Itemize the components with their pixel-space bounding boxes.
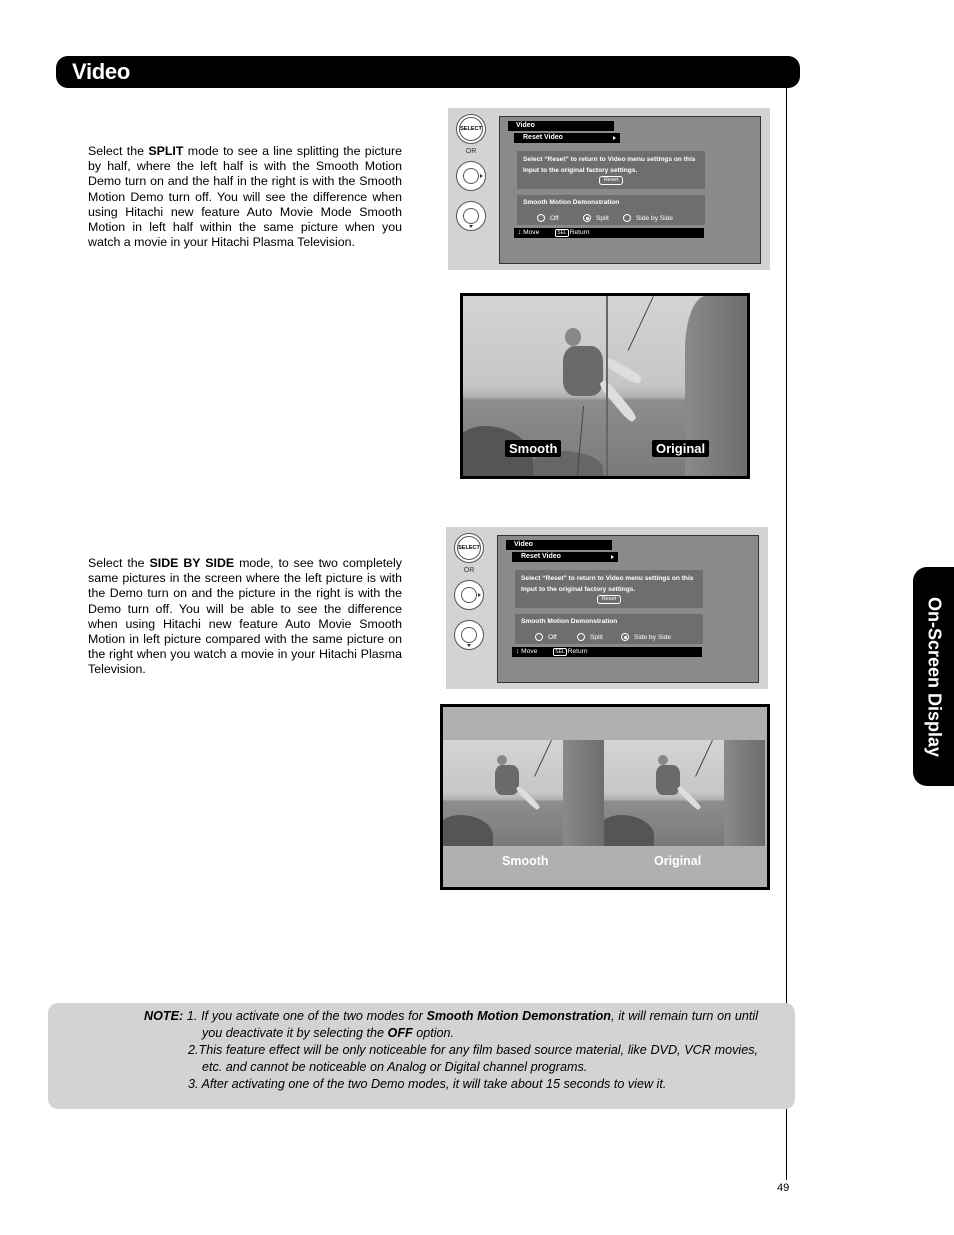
split-description: Select the SPLIT mode to see a line spli… [88, 144, 402, 250]
smooth-motion-panel: Smooth Motion Demonstration Off Split Si… [517, 195, 705, 225]
cursor-down-button [456, 201, 486, 231]
original-picture [604, 740, 765, 846]
cursor-right-button [456, 161, 486, 191]
split-divider-line [606, 296, 608, 476]
page-title: Video [72, 59, 131, 84]
smooth-label: Smooth [502, 854, 549, 868]
menu-item-reset-video: Reset Video [512, 552, 618, 562]
side-tab: On-Screen Display [913, 567, 954, 786]
reset-description: Select “Reset” to return to Video menu s… [521, 575, 694, 593]
smooth-label: Smooth [505, 440, 562, 457]
up-down-icon: ↕ [518, 229, 522, 236]
osd-screen: Video Reset Video Select “Reset” to retu… [499, 116, 761, 264]
sbs-mode-name: SIDE BY SIDE [149, 556, 235, 570]
option-side-by-side: Side by Side [623, 214, 673, 222]
note-item-2: 2.This feature effect will be only notic… [188, 1043, 758, 1074]
arrow-right-icon [480, 174, 483, 178]
submenu-arrow-icon [613, 136, 616, 140]
menu-item-label: Reset Video [521, 553, 561, 560]
split-demo-image: Smooth Original [460, 293, 750, 479]
reset-panel: Select “Reset” to return to Video menu s… [515, 570, 703, 608]
note-text: 1. If you activate one of the two modes … [186, 1009, 427, 1023]
cursor-down-button [454, 620, 484, 650]
note-label: NOTE: [144, 1009, 184, 1023]
osd-screen: Video Reset Video Select “Reset” to retu… [497, 535, 759, 683]
cursor-right-button [454, 580, 484, 610]
note-emphasis: OFF [387, 1026, 413, 1040]
sbs-text-suffix: mode, to see two completely same picture… [88, 556, 403, 677]
sel-icon: SEL [553, 648, 567, 656]
or-label: OR [463, 567, 475, 574]
smooth-motion-panel: Smooth Motion Demonstration Off Split Si… [515, 614, 703, 644]
sel-icon: SEL [555, 229, 569, 237]
radio-icon [577, 633, 585, 641]
option-label: Off [550, 214, 559, 222]
nav-hint-bar: ↕ Move SEL Return [514, 228, 704, 238]
menu-item-reset-video: Reset Video [514, 133, 620, 143]
note-box: NOTE: 1. If you activate one of the two … [48, 1003, 795, 1109]
option-side-by-side: Side by Side [621, 633, 671, 641]
select-button: SELECT [456, 114, 486, 144]
smooth-picture [443, 740, 604, 846]
select-button-label: SELECT [460, 126, 482, 132]
menu-title: Video [508, 121, 614, 131]
reset-panel: Select “Reset” to return to Video menu s… [517, 151, 705, 189]
sbs-text-prefix: Select the [88, 556, 150, 570]
section-title-bar: Video [56, 56, 800, 88]
split-mode-name: SPLIT [148, 144, 184, 158]
menu-title: Video [506, 540, 612, 550]
option-label: Side by Side [636, 214, 674, 222]
reset-description: Select “Reset” to return to Video menu s… [523, 156, 696, 174]
option-off: Off [535, 633, 577, 641]
reset-button: Reset [599, 176, 623, 185]
note-text: option. [412, 1026, 455, 1040]
radio-icon [537, 214, 545, 222]
option-label: Split [590, 633, 603, 641]
side-tab-label: On-Screen Display [924, 596, 944, 757]
up-down-icon: ↕ [516, 648, 520, 655]
note-item-1: NOTE: 1. If you activate one of the two … [94, 1008, 758, 1042]
original-label: Original [654, 854, 702, 868]
select-button-label: SELECT [458, 545, 480, 551]
option-label: Split [596, 214, 609, 222]
osd-illustration-split: SELECT OR Video Reset Video Select “Rese… [448, 108, 770, 270]
arrow-down-icon [469, 225, 473, 228]
radio-selected-icon [583, 214, 591, 222]
submenu-arrow-icon [611, 555, 614, 559]
option-label: Off [548, 633, 557, 641]
reset-button: Reset [597, 595, 621, 604]
smooth-motion-title: Smooth Motion Demonstration [523, 199, 620, 206]
note-emphasis: Smooth Motion Demonstration [426, 1009, 612, 1023]
smooth-motion-title: Smooth Motion Demonstration [521, 618, 618, 625]
original-label: Original [652, 440, 710, 457]
note-item-3: 3. After activating one of the two Demo … [188, 1077, 667, 1091]
nav-hint-bar: ↕ Move SEL Return [512, 647, 702, 657]
remote-buttons: SELECT OR [452, 533, 488, 650]
radio-icon [535, 633, 543, 641]
select-button: SELECT [454, 533, 484, 563]
page-number: 49 [777, 1182, 790, 1194]
option-split: Split [577, 633, 621, 641]
option-split: Split [583, 214, 623, 222]
split-text-prefix: Select the [88, 144, 149, 158]
radio-icon [623, 214, 631, 222]
nav-move-label: Move [523, 229, 540, 236]
nav-return-label: Return [567, 648, 588, 655]
osd-illustration-side-by-side: SELECT OR Video Reset Video Select “Rese… [446, 527, 768, 689]
or-label: OR [465, 148, 477, 155]
nav-return-label: Return [569, 229, 590, 236]
side-by-side-description: Select the SIDE BY SIDE mode, to see two… [88, 556, 402, 678]
nav-move-label: Move [521, 648, 538, 655]
split-text-suffix: mode to see a line splitting the picture… [88, 144, 402, 250]
side-by-side-demo-image: Smooth Original [440, 704, 770, 890]
arrow-down-icon [467, 644, 471, 647]
menu-item-label: Reset Video [523, 134, 563, 141]
option-label: Side by Side [634, 633, 672, 641]
option-off: Off [537, 214, 583, 222]
remote-buttons: SELECT OR [454, 114, 490, 231]
arrow-right-icon [478, 593, 481, 597]
radio-selected-icon [621, 633, 629, 641]
